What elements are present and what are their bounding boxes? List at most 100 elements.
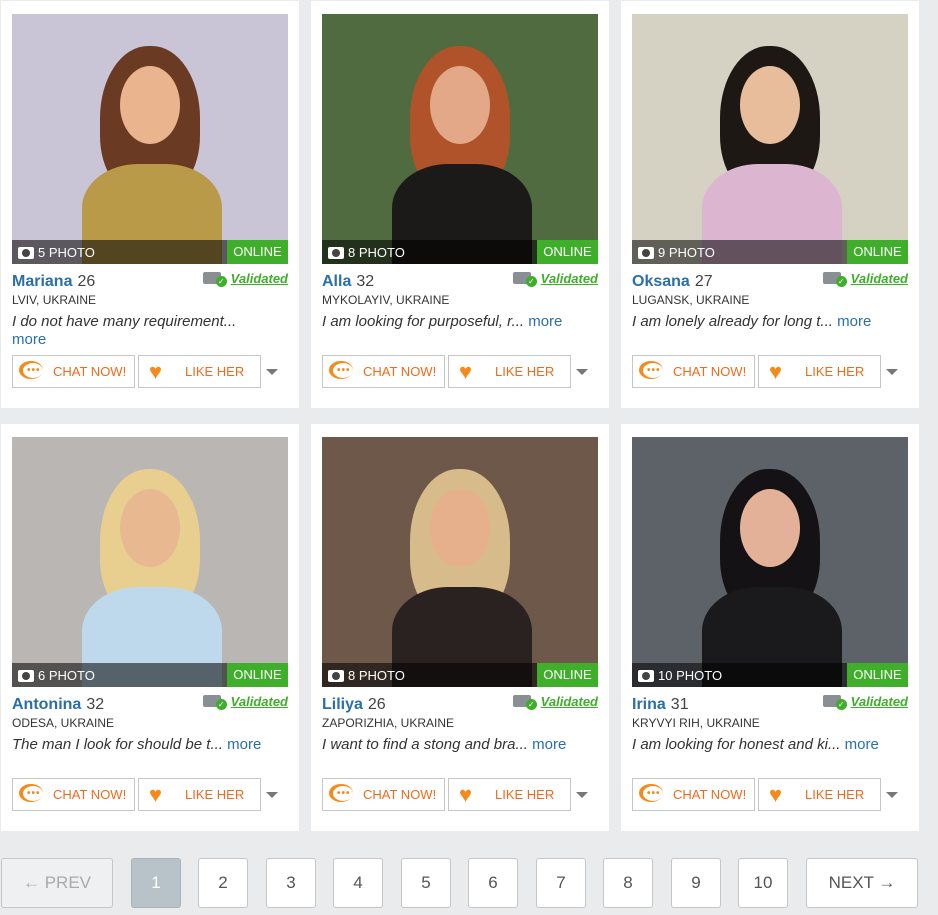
chat-bubble-icon: ••• bbox=[19, 783, 47, 806]
chevron-down-icon[interactable] bbox=[576, 368, 588, 375]
profile-photo[interactable]: 5 PHOTO ONLINE bbox=[12, 14, 288, 264]
page-button-1[interactable]: 1 bbox=[131, 858, 181, 908]
chat-now-button[interactable]: ••• CHAT NOW! bbox=[322, 355, 445, 388]
like-her-button[interactable]: ♥ LIKE HER bbox=[138, 778, 261, 811]
more-link[interactable]: more bbox=[227, 736, 261, 753]
description-text: I do not have many requirement... bbox=[12, 313, 237, 330]
like-her-label: LIKE HER bbox=[805, 787, 865, 802]
description-text: The man I look for should be t... bbox=[12, 736, 223, 753]
photo-count: 5 PHOTO bbox=[18, 245, 95, 260]
profile-actions: ••• CHAT NOW! ♥ LIKE HER bbox=[12, 355, 288, 388]
profile-info: Irina 31 ✓ Validated KRYVYI RIH, UKRAINE… bbox=[632, 694, 908, 772]
chat-bubble-icon: ••• bbox=[639, 360, 667, 383]
profile-photo[interactable]: 9 PHOTO ONLINE bbox=[632, 14, 908, 264]
heart-icon: ♥ bbox=[459, 358, 473, 384]
validated-badge[interactable]: ✓ Validated bbox=[822, 271, 908, 287]
page-button-8[interactable]: 8 bbox=[603, 858, 653, 908]
photo-count: 8 PHOTO bbox=[328, 668, 405, 683]
online-badge: ONLINE bbox=[537, 240, 598, 264]
like-her-button[interactable]: ♥ LIKE HER bbox=[758, 778, 881, 811]
description-text: I want to find a stong and bra... bbox=[322, 736, 528, 753]
heart-icon: ♥ bbox=[769, 358, 783, 384]
chat-bubble-icon: ••• bbox=[329, 783, 357, 806]
like-her-label: LIKE HER bbox=[805, 364, 865, 379]
chat-now-button[interactable]: ••• CHAT NOW! bbox=[322, 778, 445, 811]
chat-now-button[interactable]: ••• CHAT NOW! bbox=[12, 355, 135, 388]
profile-photo[interactable]: 8 PHOTO ONLINE bbox=[322, 14, 598, 264]
page-button-7[interactable]: 7 bbox=[536, 858, 586, 908]
page-button-9[interactable]: 9 bbox=[671, 858, 721, 908]
id-card-icon: ✓ bbox=[512, 694, 537, 710]
photo-face bbox=[430, 489, 490, 567]
like-her-button[interactable]: ♥ LIKE HER bbox=[448, 355, 571, 388]
page-button-10[interactable]: 10 bbox=[738, 858, 788, 908]
profile-name[interactable]: Mariana bbox=[12, 273, 72, 291]
like-her-label: LIKE HER bbox=[185, 787, 245, 802]
profile-info: Liliya 26 ✓ Validated ZAPORIZHIA, UKRAIN… bbox=[322, 694, 598, 772]
photo-face bbox=[740, 66, 800, 144]
id-card-icon: ✓ bbox=[512, 271, 537, 287]
name-row: Antonina 32 ✓ Validated bbox=[12, 694, 288, 714]
chevron-down-icon[interactable] bbox=[266, 368, 278, 375]
page-button-5[interactable]: 5 bbox=[401, 858, 451, 908]
photo-count-label: 8 PHOTO bbox=[348, 668, 405, 683]
chat-now-label: CHAT NOW! bbox=[673, 364, 747, 379]
description-text: I am looking for purposeful, r... bbox=[322, 313, 525, 330]
chat-now-button[interactable]: ••• CHAT NOW! bbox=[632, 778, 755, 811]
validated-badge[interactable]: ✓ Validated bbox=[512, 271, 598, 287]
photo-count: 8 PHOTO bbox=[328, 245, 405, 260]
like-her-button[interactable]: ♥ LIKE HER bbox=[138, 355, 261, 388]
chat-bubble-icon: ••• bbox=[329, 360, 357, 383]
description-text: I am lonely already for long t... bbox=[632, 313, 833, 330]
validated-badge[interactable]: ✓ Validated bbox=[822, 694, 908, 710]
photo-face bbox=[740, 489, 800, 567]
page-button-3[interactable]: 3 bbox=[266, 858, 316, 908]
more-link[interactable]: more bbox=[532, 736, 566, 753]
profile-age: 32 bbox=[356, 272, 375, 290]
page-button-6[interactable]: 6 bbox=[468, 858, 518, 908]
chat-bubble-icon: ••• bbox=[639, 783, 667, 806]
like-her-label: LIKE HER bbox=[185, 364, 245, 379]
profile-photo[interactable]: 10 PHOTO ONLINE bbox=[632, 437, 908, 687]
page-button-2[interactable]: 2 bbox=[198, 858, 248, 908]
profile-photo[interactable]: 6 PHOTO ONLINE bbox=[12, 437, 288, 687]
validated-badge[interactable]: ✓ Validated bbox=[202, 694, 288, 710]
profile-age: 31 bbox=[670, 695, 689, 713]
more-link[interactable]: more bbox=[12, 331, 288, 349]
more-link[interactable]: more bbox=[837, 313, 871, 330]
photo-count-label: 9 PHOTO bbox=[658, 245, 715, 260]
profile-description: The man I look for should be t... more bbox=[12, 736, 288, 772]
validated-badge[interactable]: ✓ Validated bbox=[202, 271, 288, 287]
online-badge: ONLINE bbox=[227, 240, 288, 264]
validated-badge[interactable]: ✓ Validated bbox=[512, 694, 598, 710]
chevron-down-icon[interactable] bbox=[266, 791, 278, 798]
prev-page-button[interactable]: ← PREV bbox=[1, 858, 113, 908]
photo-count-label: 8 PHOTO bbox=[348, 245, 405, 260]
profile-name[interactable]: Oksana bbox=[632, 273, 690, 291]
chat-now-button[interactable]: ••• CHAT NOW! bbox=[632, 355, 755, 388]
chat-now-label: CHAT NOW! bbox=[53, 364, 127, 379]
description-text: I am looking for honest and ki... bbox=[632, 736, 841, 753]
profile-name[interactable]: Antonina bbox=[12, 696, 81, 714]
page-button-4[interactable]: 4 bbox=[333, 858, 383, 908]
chevron-down-icon[interactable] bbox=[886, 368, 898, 375]
chat-now-label: CHAT NOW! bbox=[363, 364, 437, 379]
chat-now-button[interactable]: ••• CHAT NOW! bbox=[12, 778, 135, 811]
more-link[interactable]: more bbox=[528, 313, 562, 330]
chevron-down-icon[interactable] bbox=[886, 791, 898, 798]
id-card-icon: ✓ bbox=[202, 694, 227, 710]
like-her-button[interactable]: ♥ LIKE HER bbox=[758, 355, 881, 388]
profile-name[interactable]: Alla bbox=[322, 273, 351, 291]
next-page-button[interactable]: NEXT → bbox=[806, 858, 918, 908]
photo-face bbox=[430, 66, 490, 144]
profile-photo[interactable]: 8 PHOTO ONLINE bbox=[322, 437, 598, 687]
chat-bubble-icon: ••• bbox=[19, 360, 47, 383]
heart-icon: ♥ bbox=[149, 358, 163, 384]
profile-location: LUGANSK, UKRAINE bbox=[632, 293, 750, 307]
like-her-button[interactable]: ♥ LIKE HER bbox=[448, 778, 571, 811]
id-card-icon: ✓ bbox=[202, 271, 227, 287]
profile-name[interactable]: Liliya bbox=[322, 696, 363, 714]
profile-name[interactable]: Irina bbox=[632, 696, 666, 714]
chevron-down-icon[interactable] bbox=[576, 791, 588, 798]
more-link[interactable]: more bbox=[845, 736, 879, 753]
